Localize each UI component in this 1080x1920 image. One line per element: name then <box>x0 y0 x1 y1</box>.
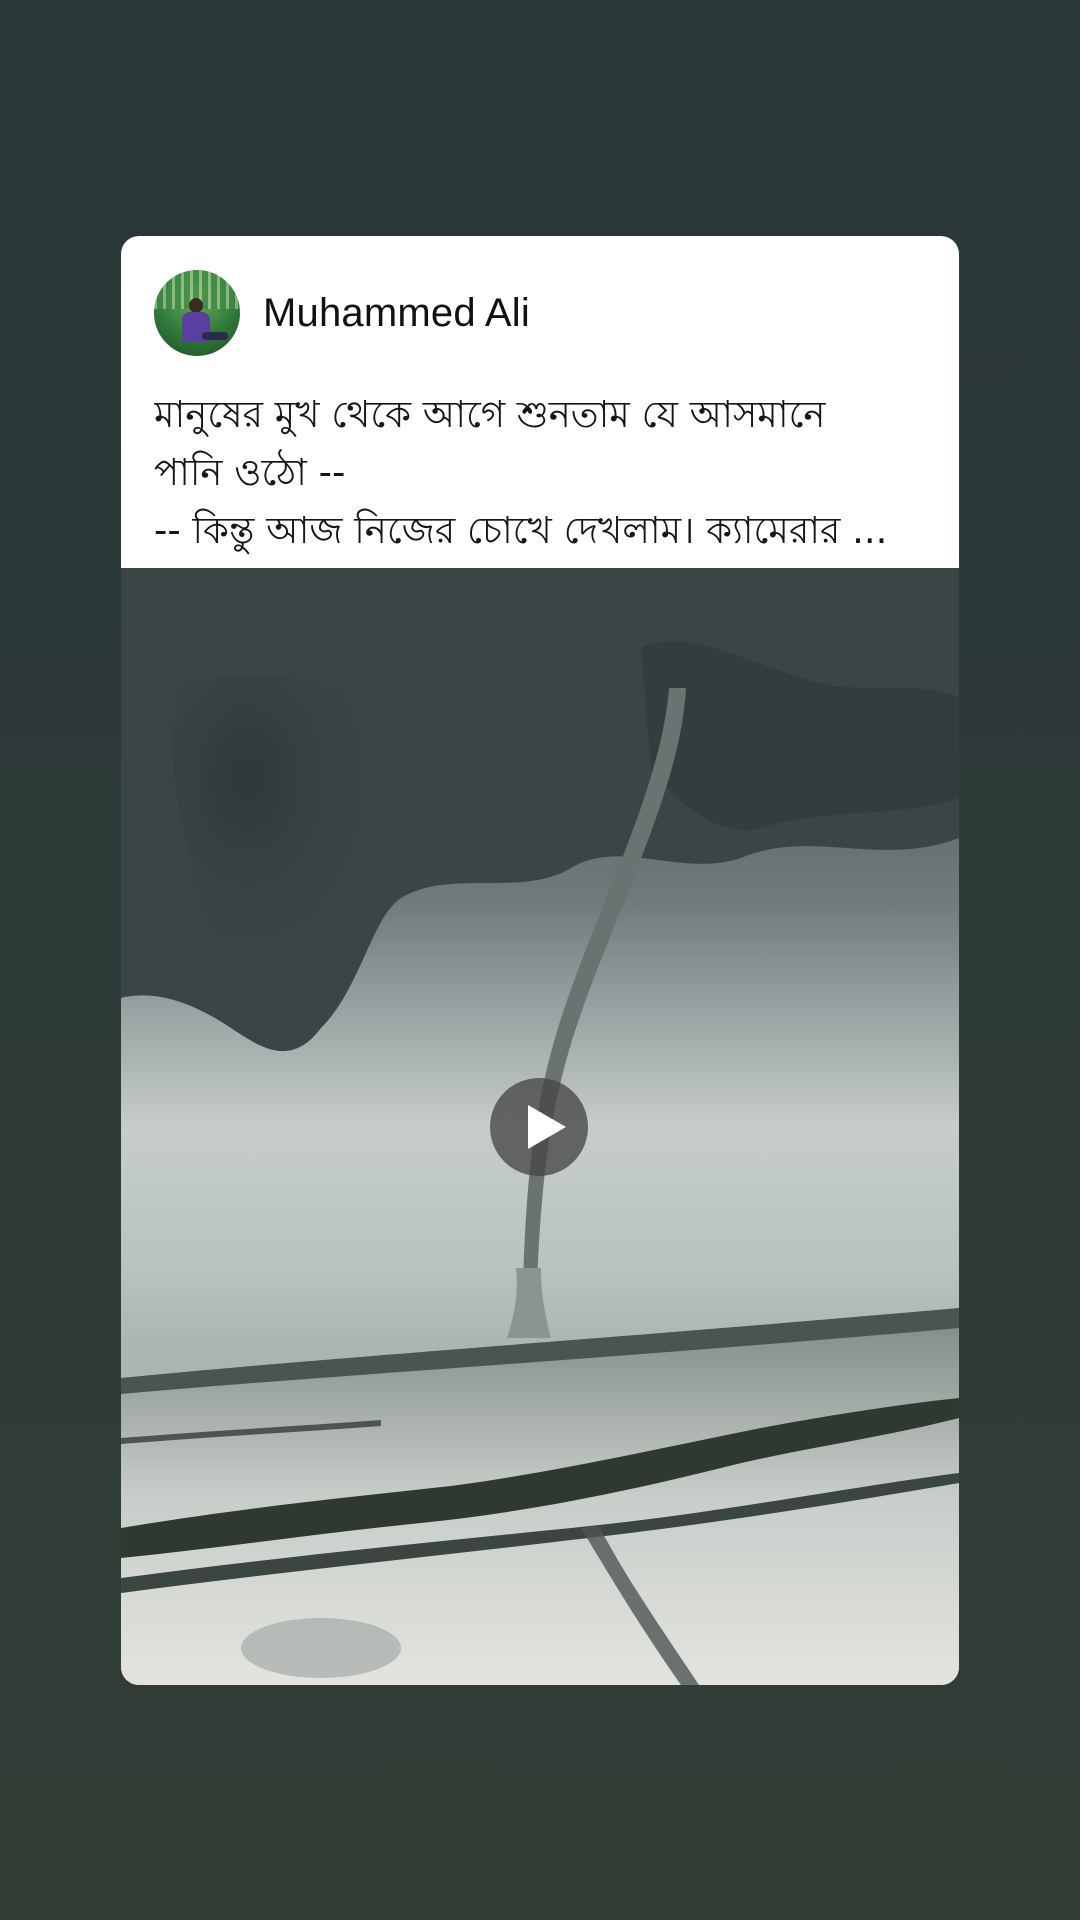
play-icon[interactable] <box>490 1078 588 1176</box>
post-text-line: পানি ওঠো -- <box>154 451 346 494</box>
avatar[interactable] <box>154 270 240 356</box>
post-card: Muhammed Ali মানুষের মুখ থেকে আগে শুনতাম… <box>121 236 959 1685</box>
author-name[interactable]: Muhammed Ali <box>263 291 530 336</box>
post-text-line: মানুষের মুখ থেকে আগে শুনতাম যে আসমানে <box>154 393 826 436</box>
post-header: Muhammed Ali <box>154 270 530 356</box>
video-thumbnail[interactable] <box>121 568 959 1685</box>
post-text[interactable]: মানুষের মুখ থেকে আগে শুনতাম যে আসমানে পা… <box>154 386 944 560</box>
post-text-line: -- কিন্তু আজ নিজের চোখে দেখলাম। ক্যামেরা… <box>154 509 888 552</box>
